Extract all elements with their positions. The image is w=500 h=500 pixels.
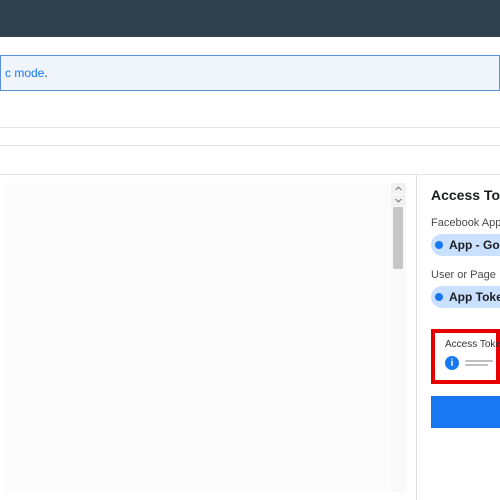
banner-suffix: .	[44, 66, 47, 80]
scrollbar-track[interactable]	[391, 207, 406, 492]
workspace: Access Token Facebook App App - GoodBarb…	[0, 174, 500, 500]
scrollbar-thumb[interactable]	[393, 207, 403, 269]
dot-icon	[435, 241, 443, 249]
user-or-page-value: App Token	[449, 290, 500, 304]
scroll-down-button[interactable]	[391, 195, 406, 206]
chevron-down-icon	[395, 198, 402, 203]
main-pane	[0, 175, 417, 500]
divider	[0, 127, 500, 128]
info-icon[interactable]: i	[445, 356, 459, 370]
scroll-up-button[interactable]	[391, 183, 406, 194]
facebook-app-value: App - GoodBarber	[449, 238, 500, 252]
chevron-up-icon	[395, 186, 402, 191]
user-or-page-selector[interactable]: App Token	[431, 286, 500, 308]
response-area	[4, 183, 406, 492]
public-mode-link[interactable]: c mode	[5, 66, 44, 80]
user-or-page-label: User or Page	[431, 269, 500, 281]
access-token-highlight: Access Token i	[431, 329, 500, 384]
panel-title: Access Token	[431, 187, 500, 203]
public-mode-banner: c mode.	[0, 55, 500, 91]
access-token-label: Access Token	[445, 339, 496, 350]
divider	[0, 145, 500, 146]
generate-token-button[interactable]	[431, 396, 500, 428]
facebook-app-label: Facebook App	[431, 217, 500, 229]
dot-icon	[435, 293, 443, 301]
top-nav-bar	[0, 0, 500, 37]
facebook-app-selector[interactable]: App - GoodBarber	[431, 234, 500, 256]
access-token-field[interactable]: i	[445, 356, 496, 370]
access-token-panel: Access Token Facebook App App - GoodBarb…	[417, 175, 500, 500]
access-token-value	[465, 357, 496, 369]
